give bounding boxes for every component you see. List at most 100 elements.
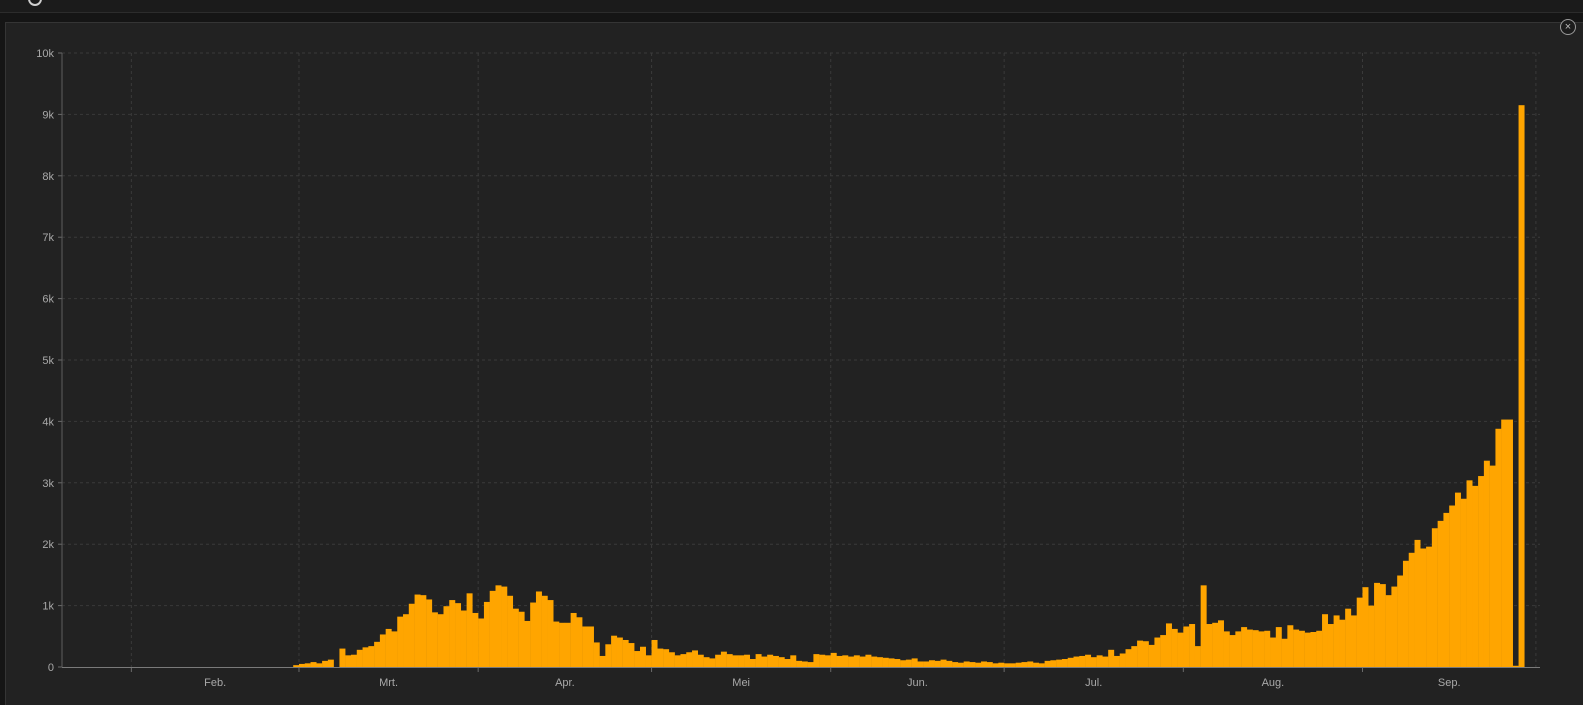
bar[interactable]	[420, 595, 427, 667]
bar[interactable]	[466, 593, 473, 667]
bar[interactable]	[1478, 476, 1485, 667]
bar[interactable]	[611, 635, 618, 667]
bar[interactable]	[1183, 626, 1190, 667]
bar[interactable]	[1362, 587, 1369, 667]
bar[interactable]	[374, 641, 381, 667]
bar[interactable]	[1229, 635, 1236, 667]
bar[interactable]	[853, 655, 860, 667]
bar[interactable]	[1489, 465, 1496, 667]
bar[interactable]	[1287, 625, 1294, 667]
bar[interactable]	[697, 654, 704, 667]
bar[interactable]	[1420, 548, 1427, 668]
bar[interactable]	[1056, 659, 1063, 667]
bar[interactable]	[1345, 608, 1352, 667]
bar[interactable]	[703, 657, 710, 667]
bar[interactable]	[1085, 654, 1092, 667]
bar[interactable]	[645, 655, 652, 667]
bar[interactable]	[911, 658, 918, 667]
bar[interactable]	[946, 660, 953, 667]
bar[interactable]	[859, 656, 866, 667]
bar[interactable]	[1160, 635, 1167, 667]
bar[interactable]	[512, 608, 519, 667]
bar[interactable]	[408, 603, 415, 667]
bar[interactable]	[582, 626, 589, 667]
bar[interactable]	[1466, 480, 1473, 667]
bar[interactable]	[807, 662, 814, 667]
bar[interactable]	[1241, 627, 1248, 667]
bar[interactable]	[397, 616, 404, 667]
bar[interactable]	[1246, 629, 1253, 667]
bar[interactable]	[293, 665, 300, 667]
bar[interactable]	[1009, 663, 1016, 667]
bar[interactable]	[1148, 644, 1155, 667]
bar[interactable]	[1171, 628, 1178, 667]
bar[interactable]	[1350, 615, 1357, 667]
bar[interactable]	[836, 655, 843, 667]
bar[interactable]	[1460, 498, 1467, 667]
bar[interactable]	[362, 647, 369, 667]
bar[interactable]	[298, 663, 305, 667]
bar[interactable]	[1125, 649, 1132, 667]
bar[interactable]	[761, 656, 768, 667]
bar[interactable]	[738, 655, 745, 667]
bar[interactable]	[472, 612, 479, 667]
bar[interactable]	[403, 614, 409, 667]
bar[interactable]	[634, 651, 641, 667]
bar[interactable]	[1437, 520, 1444, 667]
bar[interactable]	[882, 657, 889, 667]
bar[interactable]	[622, 639, 629, 667]
bar[interactable]	[686, 652, 693, 667]
bar[interactable]	[900, 660, 907, 667]
bar[interactable]	[726, 654, 733, 667]
bar[interactable]	[616, 637, 623, 667]
bar[interactable]	[1454, 492, 1461, 667]
bar[interactable]	[593, 642, 600, 667]
bar[interactable]	[322, 660, 329, 667]
bar[interactable]	[483, 601, 490, 667]
bar[interactable]	[1004, 663, 1011, 667]
bar[interactable]	[1304, 632, 1311, 667]
bar[interactable]	[1212, 622, 1219, 667]
bar[interactable]	[1408, 552, 1415, 667]
bar[interactable]	[657, 648, 664, 667]
bar[interactable]	[813, 654, 820, 667]
bar[interactable]	[888, 658, 895, 667]
bar[interactable]	[345, 655, 352, 667]
bar[interactable]	[495, 585, 502, 667]
bar[interactable]	[692, 650, 698, 667]
bar[interactable]	[1154, 637, 1161, 667]
bar[interactable]	[1356, 597, 1363, 667]
bar[interactable]	[1223, 631, 1230, 667]
bar[interactable]	[975, 662, 982, 667]
bar[interactable]	[749, 659, 756, 667]
bar[interactable]	[981, 661, 987, 667]
bar[interactable]	[368, 646, 375, 667]
bar[interactable]	[957, 662, 964, 667]
bar[interactable]	[316, 663, 323, 667]
bar[interactable]	[1038, 663, 1045, 667]
bar[interactable]	[1096, 655, 1103, 667]
bar[interactable]	[784, 659, 791, 667]
bar[interactable]	[1079, 655, 1086, 667]
bar[interactable]	[530, 602, 537, 667]
bar[interactable]	[1431, 528, 1438, 667]
bar[interactable]	[894, 659, 901, 667]
bar[interactable]	[842, 655, 849, 667]
bar[interactable]	[391, 631, 398, 667]
bar[interactable]	[628, 643, 635, 667]
bar[interactable]	[790, 655, 797, 667]
bar[interactable]	[541, 595, 548, 667]
bar[interactable]	[385, 628, 392, 667]
bar[interactable]	[351, 654, 357, 667]
bar[interactable]	[668, 652, 675, 667]
bar[interactable]	[1021, 662, 1028, 667]
bar[interactable]	[414, 594, 421, 667]
bar[interactable]	[1368, 605, 1375, 667]
bar[interactable]	[379, 634, 386, 667]
bar[interactable]	[1414, 539, 1421, 667]
bar[interactable]	[1339, 619, 1346, 667]
bar[interactable]	[1218, 620, 1224, 667]
close-icon[interactable]: ×	[1560, 19, 1576, 35]
bar[interactable]	[460, 610, 467, 667]
bar[interactable]	[1449, 505, 1456, 667]
